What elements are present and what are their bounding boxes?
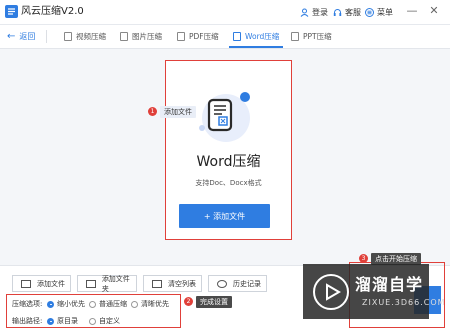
radio-icon [131,300,138,308]
annotation-badge-1: 1 [148,107,157,116]
pdf-icon [177,32,185,41]
button-label: 历史记录 [233,279,261,288]
tab-label: Word压缩 [245,32,280,41]
tab-label: 图片压缩 [132,32,162,41]
close-button[interactable]: ✕ [428,5,440,17]
word-document-icon [199,92,250,142]
button-label: 清空列表 [168,279,196,288]
radio-icon [89,300,96,308]
minimize-button[interactable]: — [406,5,418,17]
radio-custom[interactable]: 自定义 [89,316,120,326]
radio-label: 清晰优先 [141,300,169,308]
radio-smaller-first[interactable]: 缩小优先 [47,299,85,309]
user-icon [300,8,309,17]
tab-pdf-compress[interactable]: PDF压缩 [177,25,219,48]
app-logo-icon [5,5,18,18]
trash-icon [152,279,162,288]
clock-icon [217,279,227,288]
back-button[interactable]: ← 返回 [7,31,35,42]
video-icon [64,32,72,41]
ppt-icon [291,32,299,41]
radio-normal[interactable]: 普通压缩 [89,299,127,309]
annotation-tip-1: 添加文件 [160,106,196,118]
annotation-badge-2: 2 [184,297,193,306]
headset-icon [333,8,342,16]
watermark-url: ZIXUE.3D66.COM [362,298,446,307]
annotation-tip-2: 完成设置 [196,296,232,308]
clear-list-button[interactable]: 清空列表 [143,275,202,292]
radio-checked-icon [47,300,54,308]
card-title: Word压缩 [196,154,261,170]
file-add-icon [21,279,31,288]
watermark-text: 溜溜自学 [355,275,424,294]
service-button[interactable]: 客服 [333,5,361,19]
format-hint: 支持Doc、Docx格式 [195,179,262,187]
tab-label: 视频压缩 [76,32,106,41]
history-button[interactable]: 历史记录 [208,275,267,292]
button-label: 添加文件夹 [101,274,130,293]
tab-image-compress[interactable]: 图片压缩 [120,25,162,48]
radio-label: 自定义 [99,317,120,325]
add-file-button[interactable]: + 添加文件 [179,204,270,228]
word-icon [233,32,241,41]
service-label: 客服 [345,7,361,17]
folder-add-icon [86,279,96,288]
arrow-left-icon: ← [7,31,16,42]
tab-label: PPT压缩 [303,32,332,41]
radio-label: 原目录 [57,317,78,325]
play-logo-icon [313,274,349,310]
image-icon [120,32,128,41]
output-path-label: 输出路径: [12,317,43,325]
radio-original-dir[interactable]: 原目录 [47,316,78,326]
menu-label: 菜单 [377,7,393,17]
tab-video-compress[interactable]: 视频压缩 [64,25,106,48]
divider [46,30,47,43]
radio-icon [89,317,96,325]
button-label: 添加文件 [37,279,65,288]
compress-options-label: 压缩选项: [12,300,43,308]
login-label: 登录 [312,7,328,17]
app-title: 风云压缩V2.0 [21,6,84,17]
radio-label: 缩小优先 [57,300,85,308]
tab-label: PDF压缩 [189,32,219,41]
add-file-toolbar-button[interactable]: 添加文件 [12,275,71,292]
radio-checked-icon [47,317,54,325]
menu-icon [365,7,374,17]
menu-button[interactable]: 菜单 [365,5,393,19]
login-button[interactable]: 登录 [300,5,328,19]
back-label: 返回 [19,32,36,41]
active-tab-indicator [229,46,283,48]
tab-ppt-compress[interactable]: PPT压缩 [291,25,332,48]
radio-label: 普通压缩 [99,300,127,308]
annotation-badge-3: 3 [359,254,368,263]
add-folder-button[interactable]: 添加文件夹 [77,274,137,293]
tab-word-compress[interactable]: Word压缩 [233,25,279,48]
radio-clarity-first[interactable]: 清晰优先 [131,299,169,309]
